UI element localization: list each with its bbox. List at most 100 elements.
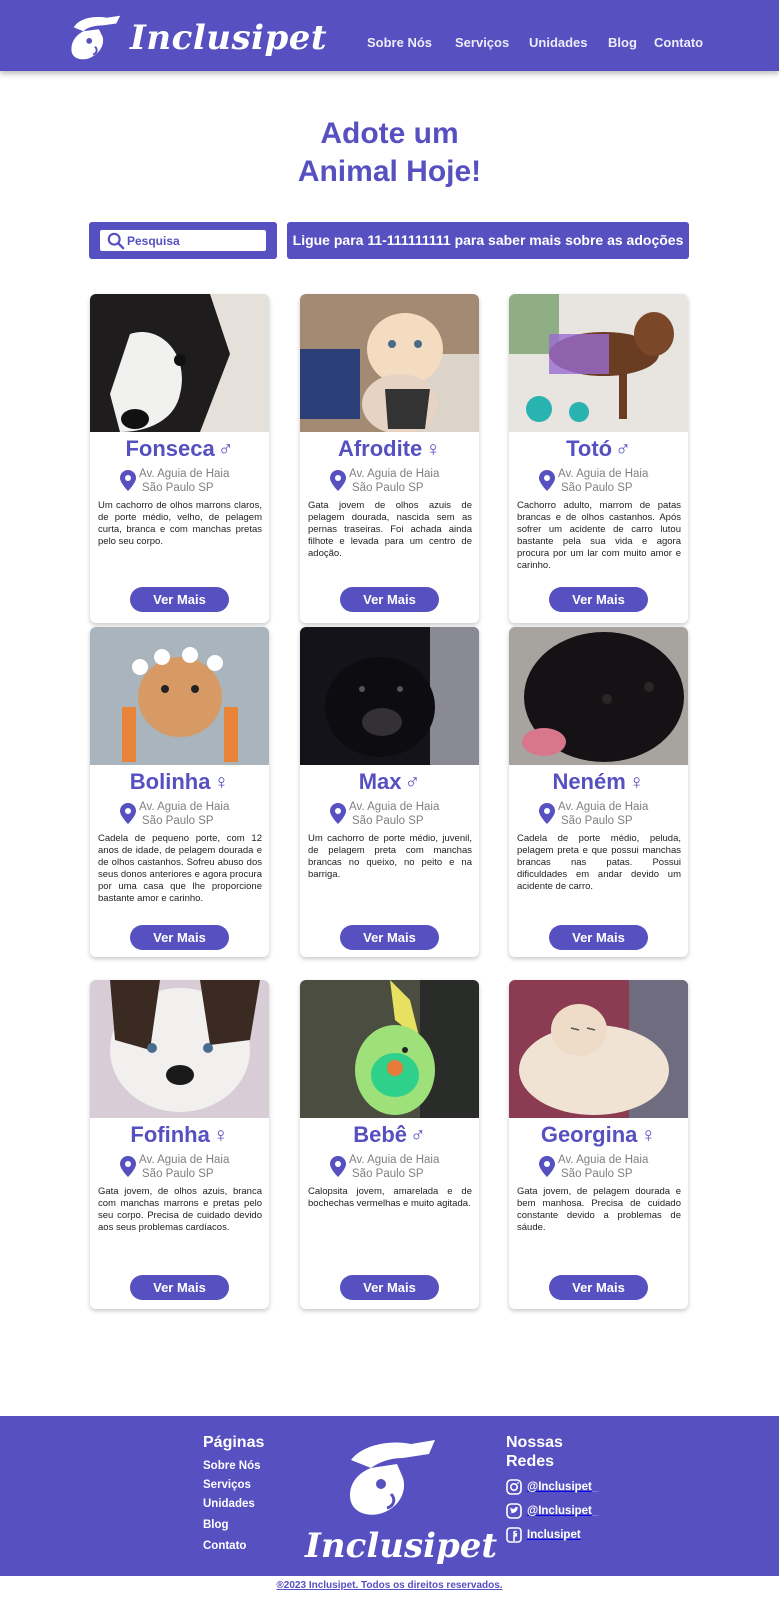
male-icon: ♂ (404, 771, 421, 794)
location-pin-icon (120, 1156, 136, 1177)
footer-link-unidades[interactable]: Unidades (203, 1498, 255, 1510)
pet-name: Georgina ♀ (509, 1122, 688, 1149)
pet-address-street: Av. Aguia de Haia (558, 468, 649, 480)
pet-address-city: São Paulo SP (352, 815, 424, 827)
location-pin-icon (539, 470, 555, 491)
pet-name: Neném ♀ (509, 769, 688, 796)
ver-mais-button[interactable]: Ver Mais (130, 925, 229, 950)
nav-servicos[interactable]: Serviços (455, 35, 509, 50)
footer-link-blog[interactable]: Blog (203, 1519, 229, 1531)
pet-name-text: Max (358, 769, 402, 794)
pet-name-text: Neném (552, 769, 626, 794)
pet-card: Bebê ♂ Av. Aguia de Haia São Paulo SP Cal… (300, 980, 479, 1309)
ver-mais-button[interactable]: Ver Mais (130, 1275, 229, 1300)
pet-name-text: Fonseca (125, 436, 215, 461)
pet-address-city: São Paulo SP (142, 1168, 214, 1180)
page-title-line1: Adote um (320, 117, 459, 150)
main-nav: Sobre Nós Serviços Unidades Blog Contato (0, 35, 779, 55)
location-pin-icon (120, 470, 136, 491)
pet-name-text: Totó (566, 436, 613, 461)
footer-instagram-link[interactable]: @Inclusipet_ (506, 1478, 598, 1496)
pet-card: Georgina ♀ Av. Aguia de Haia São Paulo SP… (509, 980, 688, 1309)
female-icon: ♀ (628, 771, 645, 794)
nav-contato[interactable]: Contato (654, 35, 703, 50)
female-icon: ♀ (212, 1124, 229, 1147)
pet-card: Totó ♂ Av. Aguia de Haia São Paulo SP Cac… (509, 294, 688, 623)
pet-name-text: Georgina (540, 1122, 638, 1147)
location-pin-icon (330, 1156, 346, 1177)
pet-photo (509, 294, 688, 432)
footer-link-sobre-nos[interactable]: Sobre Nós (203, 1460, 261, 1472)
adoption-phone-banner: Ligue para 11-111111111 para saber mais … (287, 222, 689, 259)
pet-card: Bolinha ♀ Av. Aguia de Haia São Paulo SP … (90, 627, 269, 957)
female-icon: ♀ (425, 438, 442, 461)
pet-name: Max ♂ (300, 769, 479, 796)
pet-address-city: São Paulo SP (352, 1168, 424, 1180)
search-input[interactable] (127, 233, 257, 248)
pet-name-text: Afrodite (337, 436, 423, 461)
pet-name-text: Bolinha (129, 769, 211, 794)
ver-mais-button[interactable]: Ver Mais (549, 587, 648, 612)
pet-address-city: São Paulo SP (352, 482, 424, 494)
page-title-line2: Animal Hoje! (297, 155, 482, 188)
pet-name: Fofinha ♀ (90, 1122, 269, 1149)
search-icon (107, 232, 125, 249)
search-field (100, 230, 266, 251)
pet-name: Fonseca ♂ (90, 436, 269, 463)
pet-address-city: São Paulo SP (561, 1168, 633, 1180)
pet-name-text: Fofinha (130, 1122, 210, 1147)
pet-address-street: Av. Aguia de Haia (558, 801, 649, 813)
pet-address-street: Av. Aguia de Haia (349, 801, 440, 813)
pet-location: Av. Aguia de Haia São Paulo SP (300, 1154, 479, 1182)
site-footer: Páginas Sobre Nós Serviços Unidades Blog… (0, 1416, 779, 1576)
pet-card: Max ♂ Av. Aguia de Haia São Paulo SP Um c… (300, 627, 479, 957)
footer-facebook-link[interactable]: Inclusipet (506, 1526, 581, 1544)
pet-card: Fofinha ♀ Av. Aguia de Haia São Paulo SP … (90, 980, 269, 1309)
location-pin-icon (120, 803, 136, 824)
pet-photo (300, 980, 479, 1118)
facebook-handle: Inclusipet (527, 1529, 581, 1541)
ver-mais-button[interactable]: Ver Mais (130, 587, 229, 612)
footer-pages-title: Páginas (203, 1434, 265, 1451)
pet-description: Gata jovem, de olhos azuis, branca com m… (98, 1186, 262, 1233)
ver-mais-button[interactable]: Ver Mais (340, 925, 439, 950)
pet-photo (509, 980, 688, 1118)
instagram-handle: @Inclusipet_ (527, 1481, 599, 1493)
pet-address-street: Av. Aguia de Haia (139, 801, 230, 813)
pet-description: Um cachorro de olhos marrons claros, de … (98, 500, 262, 547)
ver-mais-button[interactable]: Ver Mais (549, 1275, 648, 1300)
nav-unidades[interactable]: Unidades (529, 35, 588, 50)
pet-address-city: São Paulo SP (561, 482, 633, 494)
copyright-notice[interactable]: ®2023 Inclusipet. Todos os direitos rese… (0, 1580, 779, 1591)
pet-location: Av. Aguia de Haia São Paulo SP (509, 801, 688, 829)
twitter-icon (506, 1503, 522, 1519)
pet-name: Bolinha ♀ (90, 769, 269, 796)
pet-photo (90, 294, 269, 432)
pet-name: Afrodite ♀ (300, 436, 479, 463)
twitter-handle: @Inclusipet_ (527, 1505, 599, 1517)
footer-twitter-link[interactable]: @Inclusipet_ (506, 1502, 598, 1520)
pet-photo (90, 980, 269, 1118)
pet-location: Av. Aguia de Haia São Paulo SP (509, 1154, 688, 1182)
ver-mais-button[interactable]: Ver Mais (549, 925, 648, 950)
pet-location: Av. Aguia de Haia São Paulo SP (509, 468, 688, 496)
facebook-icon (506, 1527, 522, 1543)
nav-sobre-nos[interactable]: Sobre Nós (367, 35, 432, 50)
pet-description: Calopsita jovem, amarelada e de bochecha… (308, 1186, 472, 1209)
ver-mais-button[interactable]: Ver Mais (340, 1275, 439, 1300)
pet-address-street: Av. Aguia de Haia (139, 1154, 230, 1166)
pet-photo (90, 627, 269, 765)
pet-description: Cadela de pequeno porte, com 12 anos de … (98, 833, 262, 904)
nav-blog[interactable]: Blog (608, 35, 637, 50)
pet-address-city: São Paulo SP (561, 815, 633, 827)
footer-brand-name: Inclusipet (305, 1526, 498, 1566)
ver-mais-button[interactable]: Ver Mais (340, 587, 439, 612)
site-header: Inclusipet Sobre Nós Serviços Unidades B… (0, 0, 779, 71)
pet-address-street: Av. Aguia de Haia (558, 1154, 649, 1166)
pet-address-street: Av. Aguia de Haia (139, 468, 230, 480)
footer-link-contato[interactable]: Contato (203, 1540, 246, 1552)
pet-photo (300, 627, 479, 765)
pet-description: Cadela de porte médio, peluda, pelagem p… (517, 833, 681, 892)
male-icon: ♂ (615, 438, 631, 461)
footer-link-servicos[interactable]: Serviços (203, 1479, 251, 1491)
